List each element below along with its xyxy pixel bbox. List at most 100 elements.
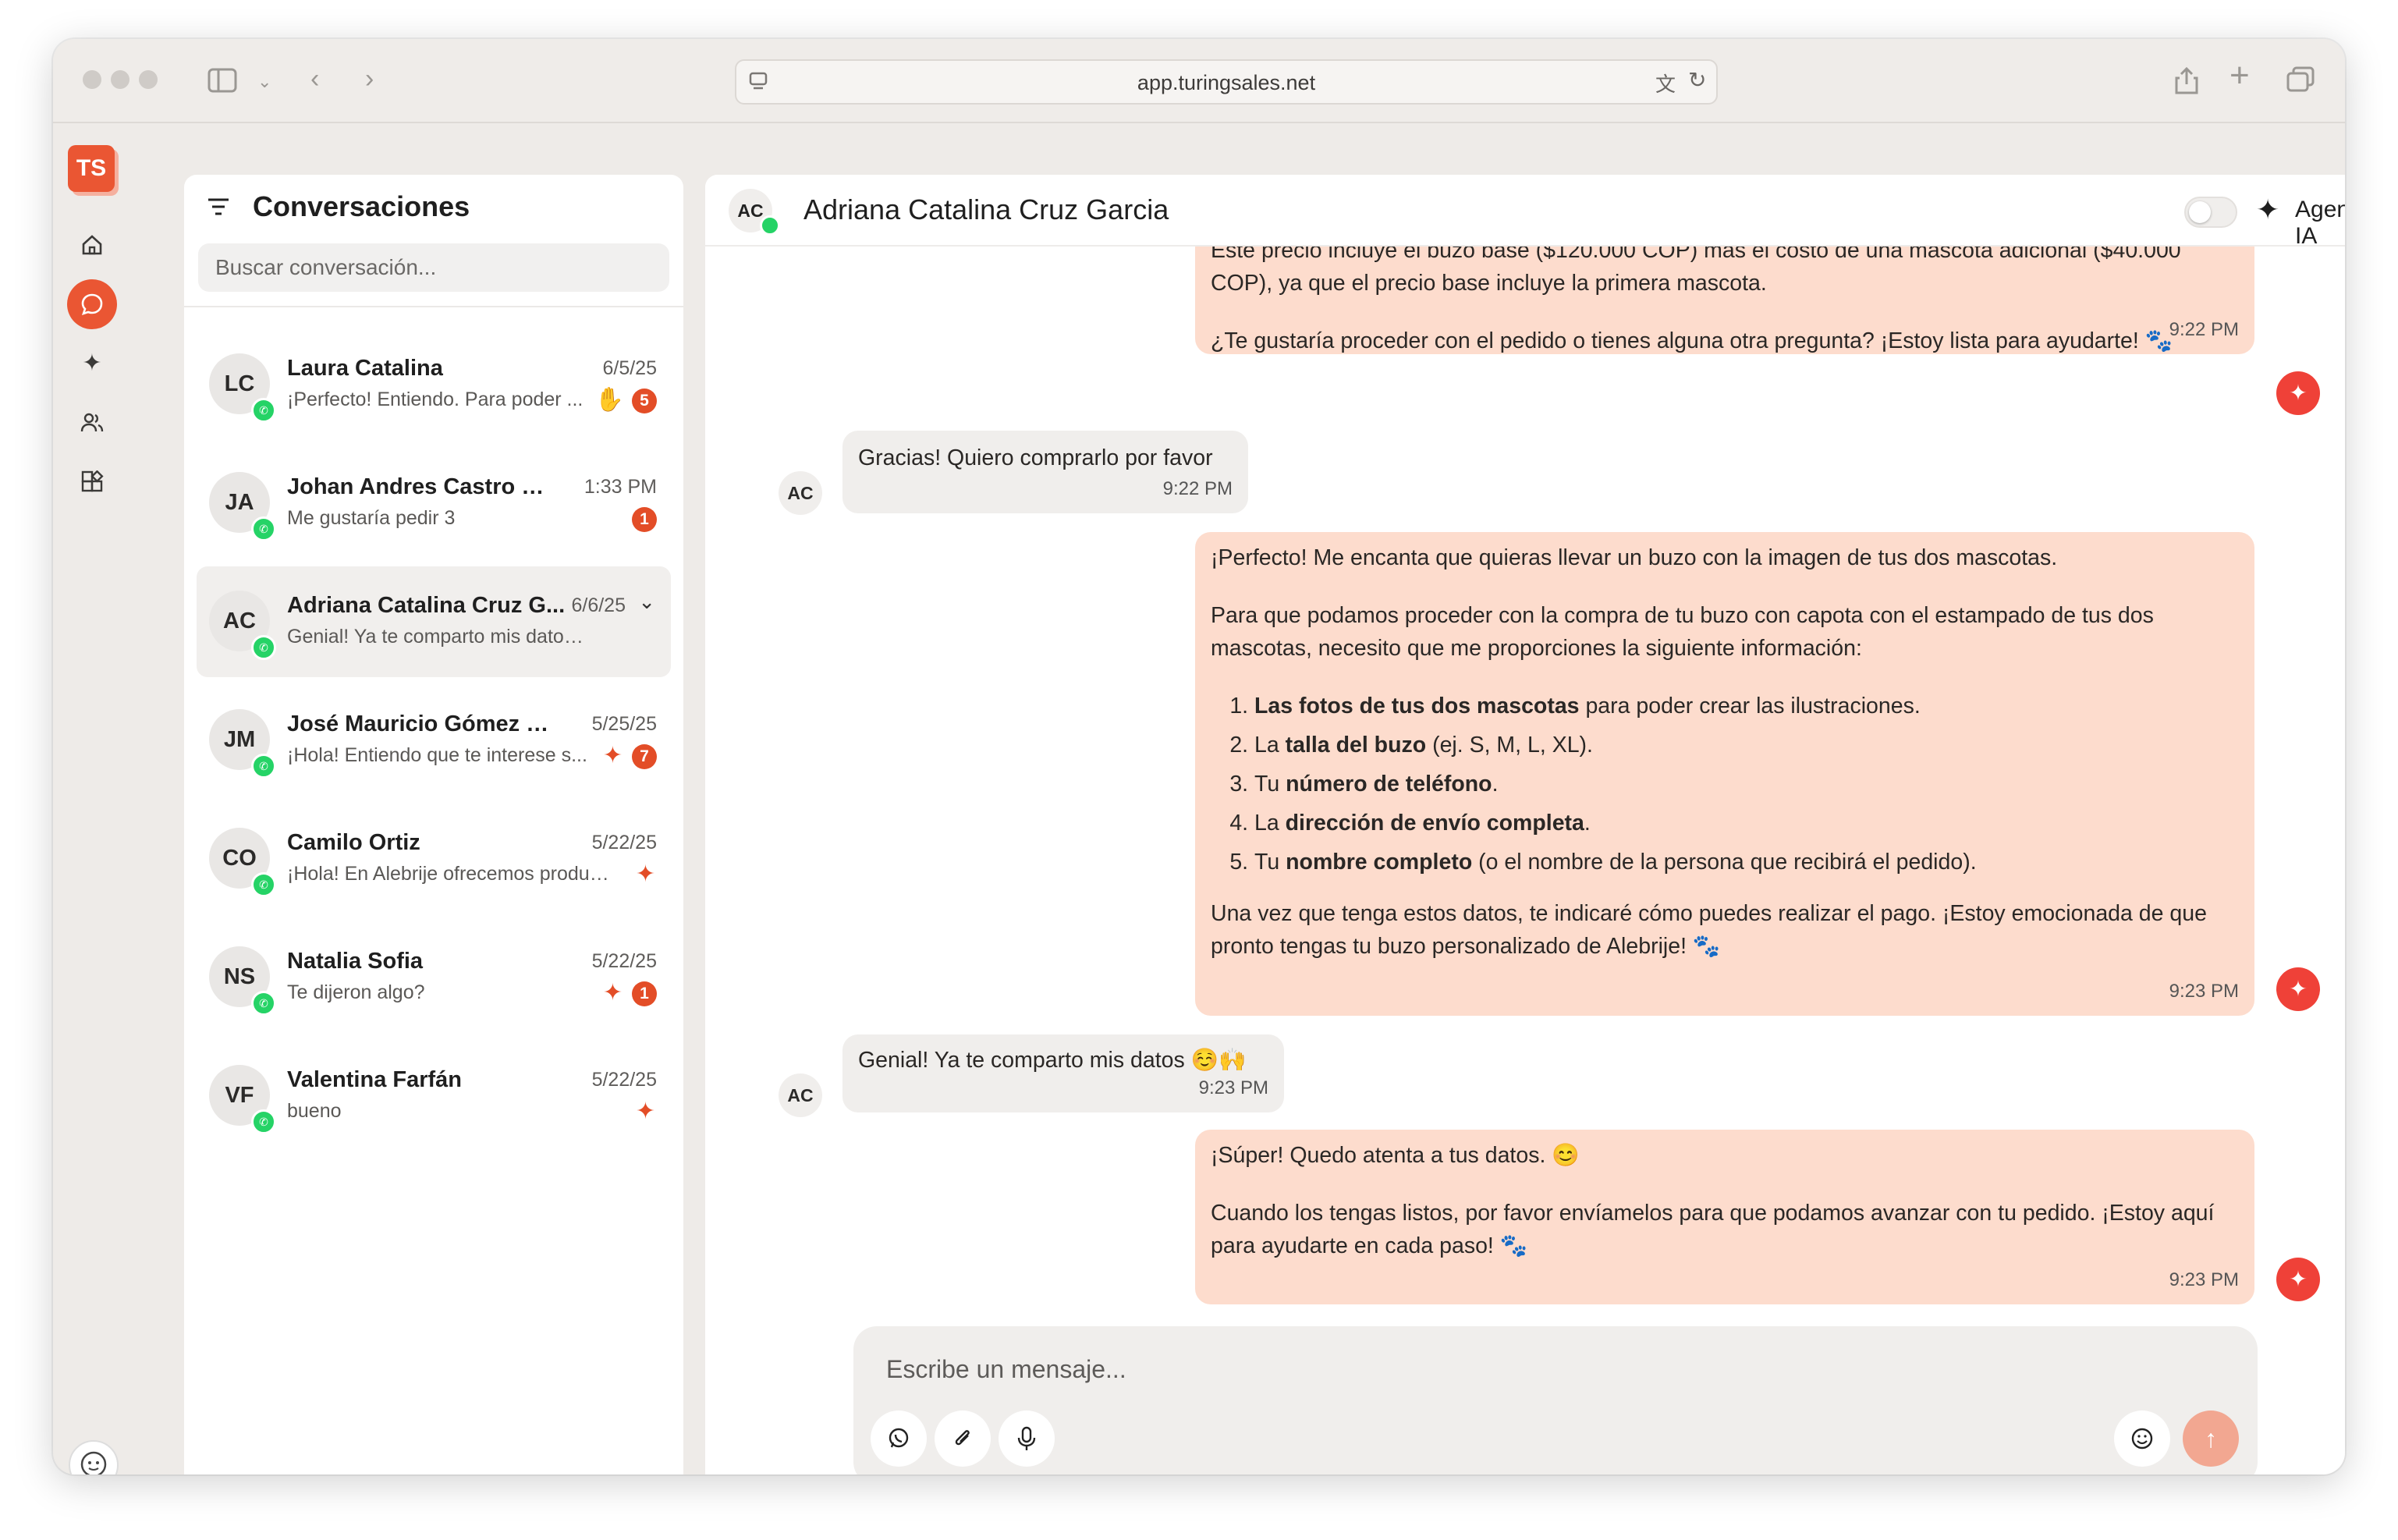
message-composer: ↑ xyxy=(853,1326,2258,1474)
ai-agent-icon: ✦ xyxy=(2276,1258,2320,1301)
filter-icon[interactable] xyxy=(206,195,231,224)
whatsapp-icon: ✆ xyxy=(251,398,276,423)
url-text: app.turingsales.net xyxy=(1137,71,1316,94)
chat-panel: Este precio incluye el buzo base ($120.0… xyxy=(705,175,2345,1474)
conversation-preview: ¡Perfecto! Entiendo. Para poder ... xyxy=(287,389,584,410)
unread-badge: 7 xyxy=(632,744,657,769)
message-text: Gracias! Quiero comprarlo por favor xyxy=(858,445,1213,470)
whatsapp-icon xyxy=(760,215,780,236)
conversation-item-laura-catalina[interactable]: LC ✆ Laura Catalina 6/5/25 ¡Perfecto! En… xyxy=(197,329,671,440)
conversation-date: 5/22/25 xyxy=(591,1069,657,1091)
message-input[interactable] xyxy=(885,1347,1980,1392)
whatsapp-icon: ✆ xyxy=(251,991,276,1016)
whatsapp-icon: ✆ xyxy=(251,872,276,897)
tab-overview-icon[interactable] xyxy=(2286,66,2315,98)
chevron-down-icon[interactable]: ⌄ xyxy=(257,69,271,95)
agent-ia-toggle[interactable] xyxy=(2184,197,2237,228)
whatsapp-icon[interactable] xyxy=(871,1410,927,1467)
chat-icon[interactable] xyxy=(67,279,117,329)
close-window-button[interactable] xyxy=(83,70,101,89)
sidebar-toggle-icon[interactable] xyxy=(208,67,239,98)
microphone-icon[interactable] xyxy=(999,1410,1055,1467)
conversation-preview: Me gustaría pedir 3 xyxy=(287,507,456,529)
back-icon[interactable]: ‹ xyxy=(310,66,319,92)
new-tab-icon[interactable]: + xyxy=(2230,59,2250,93)
conversation-date: 5/25/25 xyxy=(591,713,657,735)
message-text: ¿Te gustaría proceder con el pedido o ti… xyxy=(1211,328,2173,353)
conversation-preview: ¡Hola! Entiendo que te interese s... xyxy=(287,744,587,766)
sparkle-icon: ✦ xyxy=(635,861,655,887)
forward-icon[interactable]: › xyxy=(365,66,374,92)
translate-icon[interactable]: 文 xyxy=(1655,69,1676,98)
sparkle-icon: ✦ xyxy=(602,743,623,768)
sparkle-icon: ✦ xyxy=(602,980,623,1006)
emoji-icon[interactable] xyxy=(2114,1410,2170,1467)
conversation-item-valentina-farfan[interactable]: VF ✆ Valentina Farfán 5/22/25 bueno ✦ xyxy=(197,1041,671,1151)
conversation-preview: bueno xyxy=(287,1100,342,1122)
toggle-knob xyxy=(2189,201,2211,223)
conversations-title: Conversaciones xyxy=(253,190,470,222)
search-conversation-input[interactable] xyxy=(198,243,669,292)
apps-icon[interactable] xyxy=(67,457,117,507)
message-time: 9:22 PM xyxy=(1162,478,1233,499)
home-icon[interactable] xyxy=(67,220,117,270)
list-item: Tu número de teléfono. xyxy=(1254,768,2239,800)
browser-toolbar: ⌄ ‹ › app.turingsales.net 文 ↻ + xyxy=(53,39,2345,123)
conversation-item-natalia-sofia[interactable]: NS ✆ Natalia Sofia 5/22/25 Te dijeron al… xyxy=(197,922,671,1033)
conversation-date: 5/22/25 xyxy=(591,950,657,972)
conversation-item-jose-mauricio[interactable]: JM ✆ José Mauricio Gómez Co... 5/25/25 ¡… xyxy=(197,685,671,796)
reload-icon[interactable]: ↻ xyxy=(1688,67,1706,93)
ai-agent-icon: ✦ xyxy=(2276,371,2320,415)
zoom-window-button[interactable] xyxy=(139,70,158,89)
user-avatar[interactable] xyxy=(69,1440,119,1474)
conversation-item-adriana-catalina[interactable]: AC ✆ Adriana Catalina Cruz G... 6/6/25 ⌄… xyxy=(197,566,671,677)
message-outgoing: ¡Perfecto! Me encanta que quieras llevar… xyxy=(1195,532,2254,1016)
message-text: Una vez que tenga estos datos, te indica… xyxy=(1211,901,2207,959)
list-item: Las fotos de tus dos mascotas para poder… xyxy=(1254,690,2239,722)
app-logo[interactable]: TS xyxy=(68,145,115,192)
message-incoming: Gracias! Quiero comprarlo por favor 9:22… xyxy=(842,431,1248,513)
conversation-preview: Genial! Ya te comparto mis datos ☺️🙌 xyxy=(287,626,591,648)
unread-badge: 5 xyxy=(632,389,657,413)
info-steps-list: Las fotos de tus dos mascotas para poder… xyxy=(1211,690,2239,878)
conversation-date: 5/22/25 xyxy=(591,832,657,853)
message-time: 9:23 PM xyxy=(2169,981,2239,1002)
chat-header: AC Adriana Catalina Cruz Garcia ✦ Agente… xyxy=(705,175,2345,249)
users-icon[interactable] xyxy=(67,398,117,448)
contact-name: Johan Andres Castro Go... xyxy=(287,474,552,499)
conversation-item-johan-andres[interactable]: JA ✆ Johan Andres Castro Go... 1:33 PM M… xyxy=(197,448,671,559)
message-incoming: Genial! Ya te comparto mis datos ☺️🙌 9:2… xyxy=(842,1034,1284,1112)
chevron-down-icon[interactable]: ⌄ xyxy=(638,590,655,614)
divider xyxy=(184,306,683,307)
sparkle-icon[interactable]: ✦ xyxy=(67,339,117,389)
message-time: 9:22 PM xyxy=(2169,319,2239,340)
address-bar[interactable]: app.turingsales.net 文 ↻ xyxy=(735,59,1718,105)
whatsapp-icon: ✆ xyxy=(251,754,276,779)
conversation-item-camilo-ortiz[interactable]: CO ✆ Camilo Ortiz 5/22/25 ¡Hola! En Aleb… xyxy=(197,804,671,914)
conversation-date: 1:33 PM xyxy=(584,476,657,498)
contact-name: Adriana Catalina Cruz Garcia xyxy=(803,193,1169,225)
sparkle-icon: ✦ xyxy=(635,1098,655,1124)
conversation-date: 6/6/25 xyxy=(571,594,626,616)
conversations-panel: Conversaciones LC ✆ Laura Catalina 6/5/2… xyxy=(184,175,683,1474)
ai-agent-icon: ✦ xyxy=(2276,967,2320,1011)
share-icon[interactable] xyxy=(2173,66,2200,100)
unread-badge: 1 xyxy=(632,981,657,1006)
unread-badge: 1 xyxy=(632,507,657,532)
browser-window: ⌄ ‹ › app.turingsales.net 文 ↻ + TS ✦ Con… xyxy=(53,39,2345,1474)
agent-ia-label: Agente IA xyxy=(2295,197,2345,249)
sparkle-icon: ✦ xyxy=(2256,193,2280,225)
whatsapp-icon: ✆ xyxy=(251,516,276,541)
contact-name: Adriana Catalina Cruz G... xyxy=(287,593,566,618)
message-time: 9:23 PM xyxy=(2169,1269,2239,1290)
list-item: Tu nombre completo (o el nombre de la pe… xyxy=(1254,846,2239,878)
send-button[interactable]: ↑ xyxy=(2183,1410,2239,1467)
contact-avatar: AC xyxy=(779,471,822,515)
whatsapp-icon: ✆ xyxy=(251,1109,276,1134)
contact-name: Laura Catalina xyxy=(287,356,443,381)
conversation-preview: Te dijeron algo? xyxy=(287,981,425,1003)
list-item: La talla del buzo (ej. S, M, L, XL). xyxy=(1254,729,2239,761)
hand-icon: ✋ xyxy=(594,387,624,413)
paperclip-icon[interactable] xyxy=(935,1410,991,1467)
minimize-window-button[interactable] xyxy=(111,70,129,89)
